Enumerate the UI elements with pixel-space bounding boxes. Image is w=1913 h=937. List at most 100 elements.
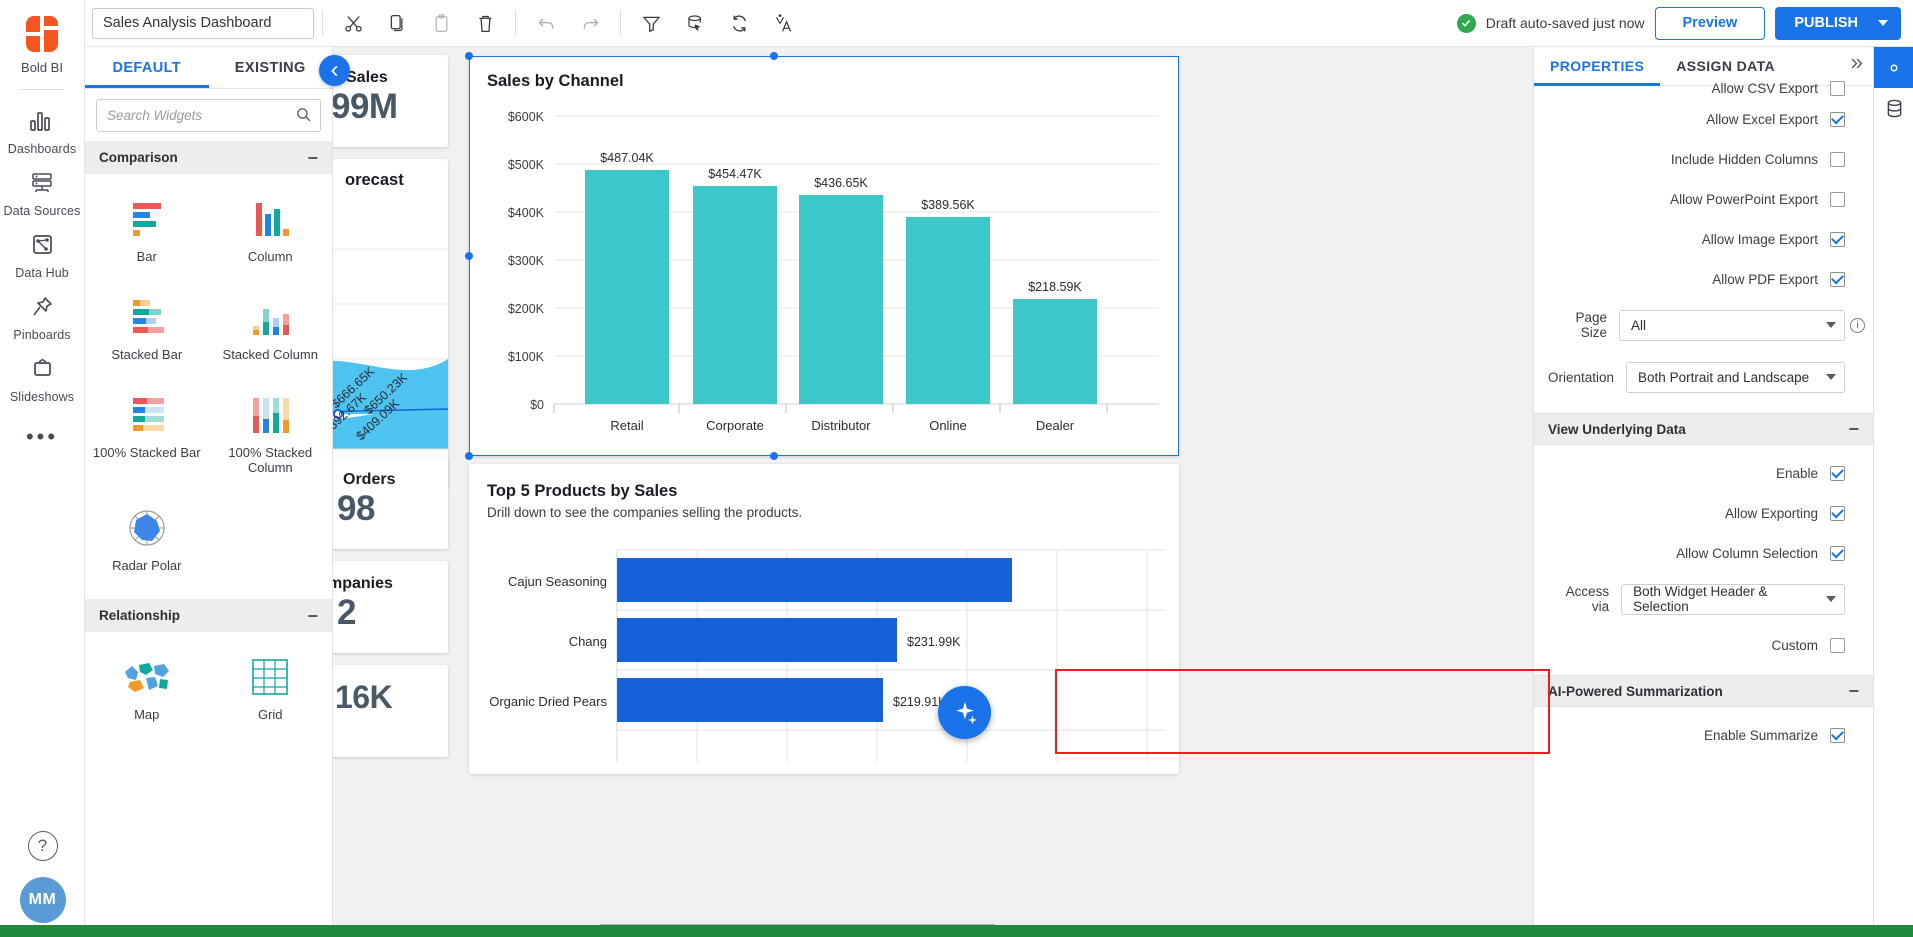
prop-row-allow-image-export[interactable]: Allow Image Export (1534, 219, 1873, 259)
kpi-card-extra[interactable]: 16K (333, 665, 448, 757)
sidebar-item-data-hub[interactable]: Data Hub (0, 224, 84, 286)
kpi-value: 2 (337, 593, 430, 633)
delete-icon[interactable] (463, 4, 507, 42)
preview-button[interactable]: Preview (1655, 7, 1766, 40)
widget-column[interactable]: Column (209, 188, 333, 264)
sidebar-item-pinboards[interactable]: Pinboards (0, 286, 84, 348)
cut-icon[interactable] (331, 4, 375, 42)
chevron-down-icon[interactable] (1878, 20, 1888, 26)
prop-checkbox[interactable] (1830, 152, 1845, 167)
resize-handle-tm[interactable] (770, 52, 778, 60)
prop-checkbox[interactable] (1830, 272, 1845, 287)
prop-checkbox[interactable] (1830, 638, 1845, 653)
prop-checkbox[interactable] (1830, 232, 1845, 247)
collapse-toggle[interactable]: − (307, 152, 318, 164)
ai-assistant-button[interactable] (938, 686, 991, 739)
prop-checkbox[interactable] (1830, 81, 1845, 96)
kpi-card-sales[interactable]: Sales 99M (333, 55, 448, 147)
search-icon (295, 106, 312, 128)
settings-gear-icon[interactable] (1874, 47, 1913, 88)
page-size-select[interactable]: All (1619, 310, 1845, 341)
database-icon[interactable] (1874, 88, 1913, 129)
filter-icon[interactable] (629, 4, 673, 42)
resize-handle-ml[interactable] (465, 252, 473, 260)
access-via-select[interactable]: Both Widget Header & Selection (1621, 584, 1845, 615)
sidebar-more-button[interactable]: ••• (26, 432, 58, 442)
y-tick-2: $400K (508, 206, 545, 220)
prop-checkbox[interactable] (1830, 546, 1845, 561)
dashboard-title-input[interactable] (92, 8, 314, 39)
prop-row-enable-summarize[interactable]: Enable Summarize (1534, 715, 1873, 755)
resize-handle-bm[interactable] (770, 452, 778, 460)
collapse-toggle[interactable]: − (1848, 685, 1859, 697)
dashboard-canvas[interactable]: Sales 99M orecast $666.65K $392.67K $650… (333, 47, 1533, 937)
sidebar-item-dashboards[interactable]: Dashboards (0, 100, 84, 162)
prop-row-orientation[interactable]: Orientation Both Portrait and Landscape (1534, 351, 1873, 403)
paste-icon[interactable] (419, 4, 463, 42)
data-filter-icon[interactable] (673, 4, 717, 42)
sidebar-item-data-sources[interactable]: Data Sources (0, 162, 84, 224)
avatar[interactable]: MM (20, 877, 66, 923)
refresh-icon[interactable] (717, 4, 761, 42)
y-tick-1: $500K (508, 158, 545, 172)
prop-checkbox[interactable] (1830, 112, 1845, 127)
help-icon[interactable]: ? (28, 831, 58, 861)
copy-icon[interactable] (375, 4, 419, 42)
forecast-card[interactable]: orecast $666.65K $392.67K $650.23K $409.… (333, 159, 448, 489)
prop-checkbox[interactable] (1830, 192, 1845, 207)
resize-handle-tl[interactable] (465, 52, 473, 60)
widget-sales-by-channel[interactable]: Sales by Channel $600K $500K $400K $300K… (469, 56, 1179, 456)
prop-label: Allow PowerPoint Export (1670, 192, 1818, 207)
collapse-toggle[interactable]: − (1848, 423, 1859, 435)
prop-row-include-hidden-columns[interactable]: Include Hidden Columns (1534, 139, 1873, 179)
top5-products-chart[interactable]: Cajun Seasoning Chang Organic Dried Pear… (475, 532, 1165, 762)
prop-row-allow-column-selection[interactable]: Allow Column Selection (1534, 533, 1873, 573)
prop-row-allow-exporting[interactable]: Allow Exporting (1534, 493, 1873, 533)
collapse-toggle[interactable]: − (307, 610, 318, 622)
prop-row-allow-excel-export[interactable]: Allow Excel Export (1534, 99, 1873, 139)
prop-row-enable[interactable]: Enable (1534, 453, 1873, 493)
undo-icon[interactable] (524, 4, 568, 42)
tab-existing[interactable]: EXISTING (209, 47, 333, 88)
translate-icon[interactable] (761, 4, 805, 42)
sidebar-item-slideshows[interactable]: Slideshows (0, 348, 84, 410)
widget-map[interactable]: Map (85, 646, 209, 722)
widget-grid[interactable]: Grid (209, 646, 333, 722)
prop-checkbox[interactable] (1830, 728, 1845, 743)
widget-stacked-column[interactable]: Stacked Column (209, 286, 333, 362)
prop-row-allow-csv-export[interactable]: Allow CSV Export (1534, 77, 1873, 99)
chevron-down-icon[interactable] (1826, 322, 1836, 328)
tab-default[interactable]: DEFAULT (85, 47, 209, 88)
kpi-card-companies[interactable]: mpanies 2 (333, 561, 448, 653)
prop-row-page-size[interactable]: Page Size All i (1534, 299, 1873, 351)
prop-checkbox[interactable] (1830, 506, 1845, 521)
widget-list[interactable]: Comparison − Bar (85, 141, 332, 937)
section-view-underlying-data[interactable]: View Underlying Data − (1534, 413, 1873, 445)
publish-button[interactable]: PUBLISH (1775, 7, 1901, 40)
search-input[interactable] (96, 99, 321, 132)
sales-by-channel-chart[interactable]: $600K $500K $400K $300K $200K $100K $0 $… (479, 100, 1159, 445)
section-ai-powered-summarization[interactable]: AI-Powered Summarization − (1534, 675, 1873, 707)
widget-100-stacked-bar[interactable]: 100% Stacked Bar (85, 384, 209, 475)
expand-panel-button[interactable] (1848, 56, 1873, 76)
chevron-down-icon[interactable] (1826, 374, 1836, 380)
prop-row-custom[interactable]: Custom (1534, 625, 1873, 665)
kpi-card-orders[interactable]: Orders 98 (333, 457, 448, 549)
widget-radar-polar[interactable]: Radar Polar (85, 497, 209, 573)
info-icon[interactable]: i (1850, 318, 1865, 333)
chevron-down-icon[interactable] (1826, 596, 1836, 602)
widget-group-comparison[interactable]: Comparison − (85, 141, 332, 174)
widget-stacked-bar[interactable]: Stacked Bar (85, 286, 209, 362)
widget-top5-products[interactable]: Top 5 Products by Sales Drill down to se… (469, 464, 1179, 774)
prop-checkbox[interactable] (1830, 466, 1845, 481)
collapse-panel-button[interactable] (319, 55, 350, 86)
prop-row-allow-pdf-export[interactable]: Allow PDF Export (1534, 259, 1873, 299)
redo-icon[interactable] (568, 4, 612, 42)
widget-group-relationship[interactable]: Relationship − (85, 599, 332, 632)
widget-100-stacked-column[interactable]: 100% Stacked Column (209, 384, 333, 475)
orientation-select[interactable]: Both Portrait and Landscape (1626, 362, 1845, 393)
resize-handle-bl[interactable] (465, 452, 473, 460)
widget-bar[interactable]: Bar (85, 188, 209, 264)
prop-row-allow-powerpoint-export[interactable]: Allow PowerPoint Export (1534, 179, 1873, 219)
prop-row-access-via[interactable]: Access via Both Widget Header & Selectio… (1534, 573, 1873, 625)
